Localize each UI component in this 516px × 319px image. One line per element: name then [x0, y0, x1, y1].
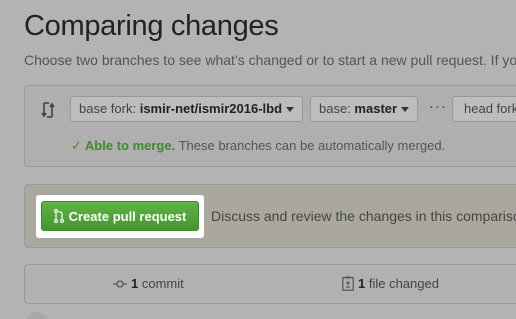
base-fork-value: ismir-net/ismir2016-lbd [139, 101, 283, 116]
files-changed-tab[interactable]: 1 file changed [342, 276, 439, 291]
pull-request-description: Discuss and review the changes in this c… [211, 208, 516, 224]
page-title: Comparing changes [24, 10, 279, 42]
commit-icon [113, 279, 127, 288]
file-diff-icon [342, 276, 354, 291]
merge-status: ✓ Able to merge. These branches can be au… [71, 138, 445, 154]
compare-summary: 1 commit 1 file changed [24, 264, 516, 304]
create-pull-request-label: Create pull request [68, 208, 187, 224]
button-highlight: Create pull request [36, 195, 204, 238]
base-branch-select[interactable]: base: master [310, 96, 419, 122]
chevron-down-icon [401, 107, 410, 113]
head-fork-label: head fork [464, 101, 516, 116]
base-branch-prefix: base: [319, 101, 355, 116]
avatar [26, 312, 48, 319]
range-ellipsis: ··· [429, 98, 447, 115]
merge-ok-label: Able to merge. [84, 138, 176, 153]
commits-tab[interactable]: 1 commit [113, 276, 184, 291]
base-branch-value: master [354, 101, 398, 116]
compare-icon[interactable] [40, 101, 56, 119]
pull-request-icon [53, 209, 64, 223]
check-icon: ✓ [71, 138, 82, 153]
page-subtitle: Choose two branches to see what’s change… [24, 52, 516, 68]
create-pull-request-button[interactable]: Create pull request [41, 201, 199, 231]
base-fork-prefix: base fork: [79, 101, 140, 116]
commit-label: commit [138, 276, 184, 291]
chevron-down-icon [286, 107, 295, 113]
pull-request-prompt: Create pull request Discuss and review t… [24, 184, 516, 248]
file-label: file changed [365, 276, 439, 291]
merge-detail: These branches can be automatically merg… [175, 138, 446, 153]
range-editor: base fork: ismir-net/ismir2016-lbd base:… [24, 85, 516, 167]
head-fork-select[interactable]: head fork [452, 96, 516, 122]
base-fork-select[interactable]: base fork: ismir-net/ismir2016-lbd [70, 96, 304, 122]
